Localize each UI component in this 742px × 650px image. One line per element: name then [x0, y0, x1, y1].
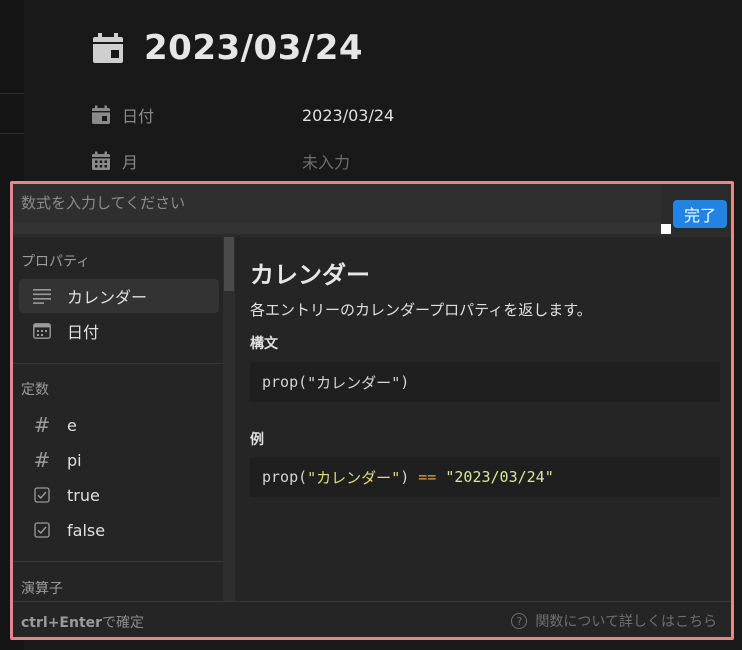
property-label: 月: [122, 153, 139, 172]
list-item-calendar[interactable]: カレンダー: [19, 279, 219, 313]
list-item-false[interactable]: false: [19, 513, 219, 547]
code-token-operator: ==: [418, 468, 437, 486]
code-token-value: "2023/03/24": [445, 468, 554, 486]
list-scrollbar[interactable]: [223, 237, 235, 601]
shortcut-key: ctrl+Enter: [21, 615, 103, 631]
hash-icon: #: [33, 413, 51, 437]
code-token-string: "カレンダー": [307, 468, 401, 487]
code-token-string: "カレンダー": [307, 373, 401, 392]
example-code-block: prop("カレンダー") == "2023/03/24": [250, 457, 720, 497]
formula-input-scrollbar[interactable]: [13, 222, 661, 234]
code-token: prop(: [262, 468, 308, 486]
resize-handle[interactable]: [661, 224, 671, 234]
code-token: ): [400, 373, 410, 391]
property-row-month[interactable]: 月 未入力: [90, 148, 350, 174]
checkbox-icon: [31, 484, 53, 506]
help-link[interactable]: ? 関数について詳しくはこちら: [511, 611, 717, 631]
calendar-icon: [31, 320, 53, 342]
syntax-heading: 構文: [250, 336, 278, 352]
function-list: プロパティ カレンダー 日付 定数 # e # pi true false 演算…: [13, 237, 223, 601]
list-item-true[interactable]: true: [19, 478, 219, 512]
help-link-text: 関数について詳しくはこちら: [535, 614, 717, 630]
sidebar-divider: [0, 133, 24, 134]
section-label-constants: 定数: [21, 382, 49, 398]
calendar-icon: [90, 104, 112, 126]
editor-footer: ctrl+Enterで確定 ? 関数について詳しくはこちら: [13, 601, 731, 637]
code-token: prop(: [262, 373, 308, 391]
done-button[interactable]: 完了: [673, 200, 727, 228]
list-item-label: e: [67, 415, 77, 435]
code-token: ): [400, 468, 419, 486]
formula-input[interactable]: [13, 184, 661, 222]
list-item-label: false: [67, 520, 106, 540]
list-item-label: pi: [67, 450, 82, 470]
list-item-date[interactable]: 日付: [19, 314, 219, 348]
example-heading: 例: [250, 432, 264, 448]
section-divider: [13, 561, 223, 562]
list-scrollbar-thumb[interactable]: [224, 237, 234, 291]
shortcut-text: で確定: [102, 615, 145, 631]
list-item-label: true: [67, 485, 100, 505]
sidebar-divider: [0, 93, 24, 94]
property-row-date[interactable]: 日付 2023/03/24: [90, 102, 394, 128]
calendar-icon: [90, 30, 126, 66]
hash-icon: #: [33, 448, 51, 472]
checkbox-icon: [31, 519, 53, 541]
function-doc-panel: カレンダー 各エントリーのカレンダープロパティを返します。 構文 prop("カ…: [235, 237, 731, 601]
formula-editor: 完了 プロパティ カレンダー: [10, 181, 734, 640]
property-value[interactable]: 2023/03/24: [302, 106, 394, 125]
list-item-pi[interactable]: # pi: [19, 443, 219, 477]
doc-title: カレンダー: [250, 261, 370, 289]
page-title-text[interactable]: 2023/03/24: [144, 28, 363, 68]
text-lines-icon: [31, 285, 53, 307]
section-divider: [13, 363, 223, 364]
property-value[interactable]: 未入力: [302, 149, 350, 173]
help-icon: ?: [511, 613, 528, 629]
calendar-grid-icon: [90, 150, 112, 172]
property-label: 日付: [122, 107, 155, 126]
list-item-label: 日付: [67, 323, 100, 342]
formula-bar: 完了: [13, 184, 731, 237]
page-title: 2023/03/24: [90, 24, 363, 72]
syntax-code-block: prop("カレンダー"): [250, 362, 720, 402]
list-item-label: カレンダー: [67, 288, 148, 307]
doc-description: 各エントリーのカレンダープロパティを返します。: [250, 301, 592, 319]
section-label-operators: 演算子: [21, 581, 63, 597]
section-label-properties: プロパティ: [21, 254, 91, 270]
confirm-hint: ctrl+Enterで確定: [21, 612, 144, 632]
list-item-e[interactable]: # e: [19, 408, 219, 442]
